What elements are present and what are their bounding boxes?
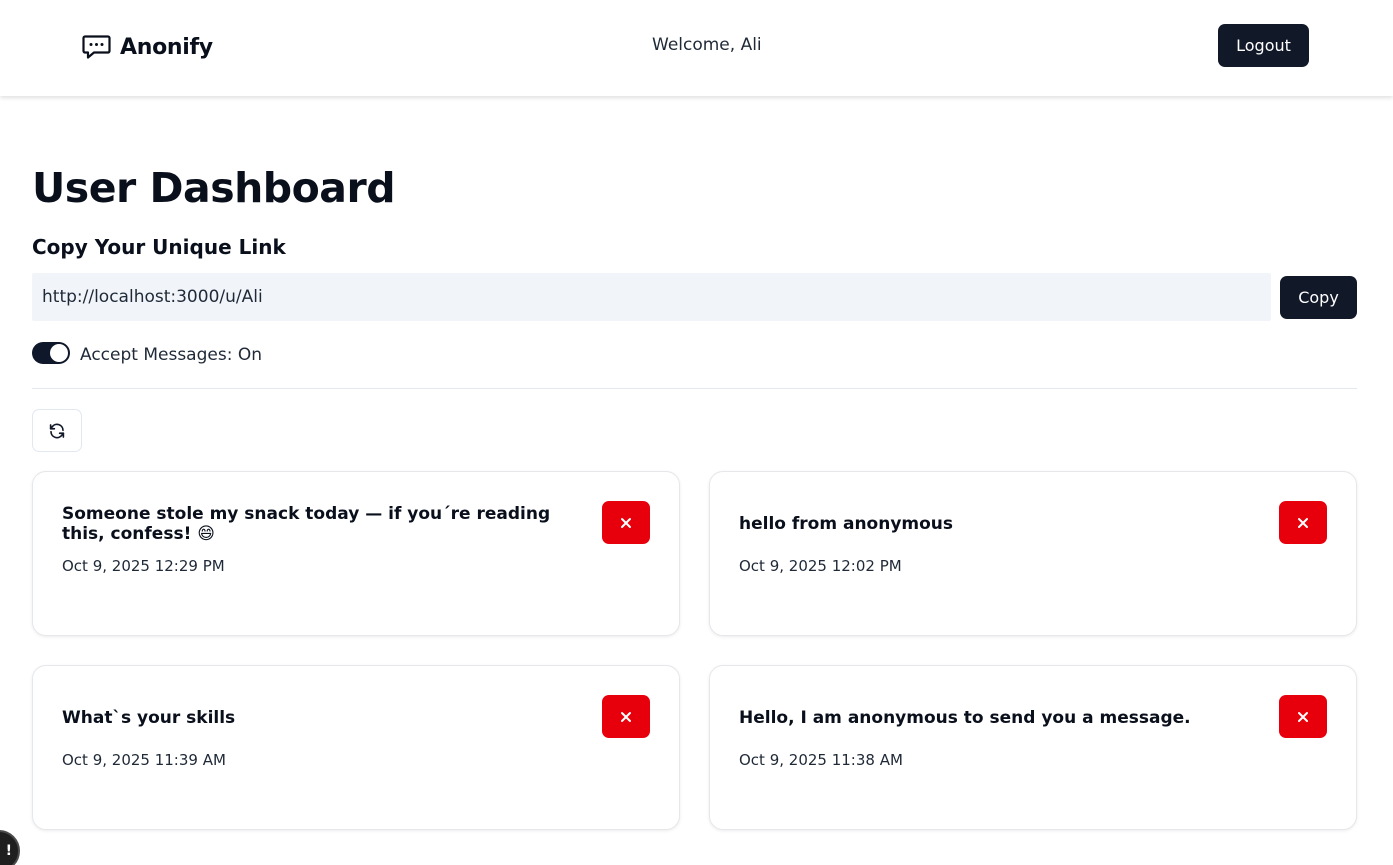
close-icon: [1298, 711, 1308, 722]
chat-bubble-dots-icon: [82, 35, 111, 59]
switch-knob: [50, 344, 68, 362]
page-title: User Dashboard: [32, 164, 396, 212]
dev-indicator-badge[interactable]: !: [0, 830, 20, 865]
message-card: hello from anonymous Oct 9, 2025 12:02 P…: [709, 471, 1357, 636]
message-date: Oct 9, 2025 12:02 PM: [739, 557, 902, 575]
divider: [32, 388, 1357, 389]
delete-message-button[interactable]: [1279, 501, 1327, 544]
refresh-icon: [49, 423, 65, 438]
navbar: Anonify Welcome, Ali Logout: [0, 0, 1393, 96]
close-icon: [1298, 517, 1308, 528]
message-content: Hello, I am anonymous to send you a mess…: [739, 708, 1191, 728]
welcome-text: Welcome, Ali: [652, 35, 762, 55]
brand-name: Anonify: [120, 34, 213, 60]
refresh-button[interactable]: [32, 409, 82, 452]
message-card: What`s your skills Oct 9, 2025 11:39 AM: [32, 665, 680, 830]
message-content: hello from anonymous: [739, 514, 954, 534]
brand[interactable]: Anonify: [82, 33, 213, 61]
copy-link-button[interactable]: Copy: [1280, 276, 1357, 319]
message-card: Hello, I am anonymous to send you a mess…: [709, 665, 1357, 830]
logout-button[interactable]: Logout: [1218, 24, 1309, 67]
message-date: Oct 9, 2025 11:38 AM: [739, 751, 903, 769]
accept-messages-label: Accept Messages: On: [80, 345, 262, 365]
close-icon: [621, 517, 631, 528]
accept-messages-switch[interactable]: [32, 342, 70, 364]
message-content: Someone stole my snack today — if you´re…: [62, 504, 551, 544]
delete-message-button[interactable]: [1279, 695, 1327, 738]
unique-link-heading: Copy Your Unique Link: [32, 235, 286, 259]
message-content: What`s your skills: [62, 708, 236, 728]
close-icon: [621, 711, 631, 722]
message-date: Oct 9, 2025 12:29 PM: [62, 557, 225, 575]
delete-message-button[interactable]: [602, 501, 650, 544]
message-card: Someone stole my snack today — if you´re…: [32, 471, 680, 636]
message-date: Oct 9, 2025 11:39 AM: [62, 751, 226, 769]
unique-link-input[interactable]: [32, 273, 1271, 321]
delete-message-button[interactable]: [602, 695, 650, 738]
